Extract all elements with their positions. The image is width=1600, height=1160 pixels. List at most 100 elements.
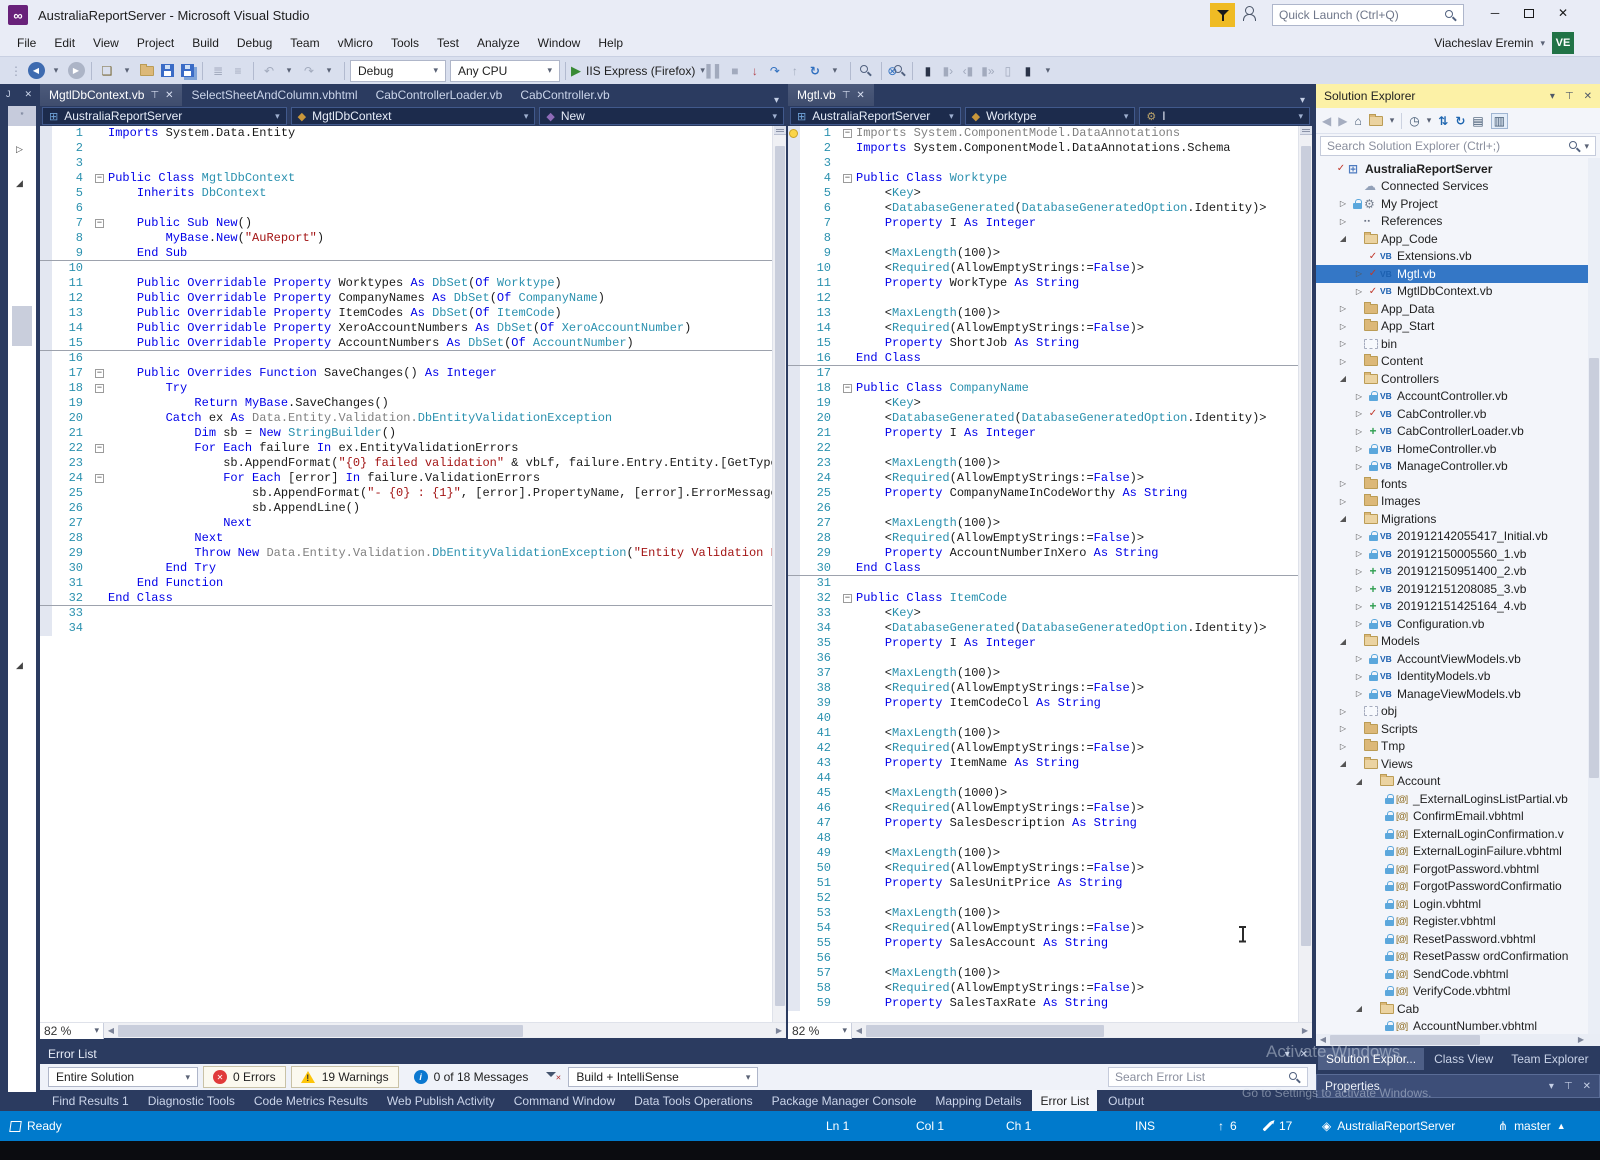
tool-tab-Class View[interactable]: Class View [1426,1048,1501,1070]
tree-item-Cab[interactable]: ◢ Cab [1316,1000,1600,1018]
scrollbar-thumb[interactable] [12,306,32,346]
properties-window-icon[interactable]: ▤ [1472,114,1483,128]
tree-item-AccountController.vb[interactable]: ▷ VB AccountController.vb [1316,388,1600,406]
expand-icon[interactable]: ▷ [1352,654,1366,663]
error-list-search-input[interactable]: Search Error List [1108,1067,1308,1087]
restore-button[interactable] [1512,0,1546,26]
navbar-dropdown-New[interactable]: ◆ New ▾ [539,107,785,125]
expand-icon[interactable]: ▷ [1352,444,1366,453]
step-out-button[interactable]: ↑ [785,60,805,82]
expand-icon[interactable]: ▷ [1352,689,1366,698]
tab-CabController.vb[interactable]: CabController.vb [511,84,618,106]
tree-item-Images[interactable]: ▷ Images [1316,493,1600,511]
panel-tab-Package Manager Console[interactable]: Package Manager Console [764,1090,925,1111]
vertical-scrollbar[interactable] [772,126,786,1022]
tree-item-ForgotPasswordConfirmatio[interactable]: [@] ForgotPasswordConfirmatio [1316,878,1600,896]
expand-icon[interactable]: ▷ [1336,497,1350,506]
solution-configuration-select[interactable]: Debug ▾ [350,59,446,82]
expand-icon[interactable]: ▷ [1336,724,1350,733]
tree-item-obj[interactable]: ▷ obj [1316,703,1600,721]
horizontal-scrollbar[interactable] [866,1023,1298,1039]
panel-tab-Data Tools Operations[interactable]: Data Tools Operations [626,1090,761,1111]
next-bookmark-button[interactable]: ▮› [938,60,958,82]
navbar-dropdown-AustraliaReportServer[interactable]: ⊞ AustraliaReportServer ▾ [790,107,961,125]
errors-toggle[interactable]: ✕ 0 Errors [203,1066,286,1088]
home-icon[interactable]: ⌂ [1354,114,1361,128]
tree-item-Extensions.vb[interactable]: ✓ VB Extensions.vb [1316,248,1600,266]
tree-item-MgtlDbContext.vb[interactable]: ▷ ✓ VB MgtlDbContext.vb [1316,283,1600,301]
tree-item-Controllers[interactable]: ◢ Controllers [1316,370,1600,388]
vertical-scrollbar[interactable] [1298,126,1312,1022]
menu-team[interactable]: Team [281,30,328,56]
tree-item-ResetPassword.vbhtml[interactable]: [@] ResetPassword.vbhtml [1316,930,1600,948]
expand-icon[interactable]: ▷ [1352,287,1366,296]
panel-tab-Web Publish Activity[interactable]: Web Publish Activity [379,1090,503,1111]
toggle-bookmark-button[interactable]: ▮ [918,60,938,82]
new-project-button[interactable]: ❑ [97,60,117,82]
collapse-icon[interactable]: ◢ [1336,374,1350,383]
collapse-icon[interactable]: ◢ [1336,234,1350,243]
expand-icon[interactable]: ▷ [1352,392,1366,401]
menu-file[interactable]: File [8,30,45,56]
show-all-files-button[interactable]: ▥ [1490,112,1509,129]
refresh-icon[interactable]: ↻ [1455,114,1465,128]
code-lines[interactable]: 1− Imports System.ComponentModel.DataAnno… [788,126,1298,1022]
expand-icon[interactable]: ▷ [1336,707,1350,716]
menu-project[interactable]: Project [128,30,183,56]
collapse-region-icon[interactable]: − [843,129,852,138]
tree-item-bin[interactable]: ▷ bin [1316,335,1600,353]
collapse-icon[interactable]: ◢ [1352,777,1366,786]
collapsed-pane-grip[interactable]: ” [8,106,36,126]
collapse-region-icon[interactable]: − [95,444,104,453]
tree-item-ResetPassw ordConfirmation[interactable]: [@] ResetPassw ordConfirmation [1316,948,1600,966]
zoom-level-select[interactable]: 82 % ▾ [788,1022,852,1039]
splitter-grip[interactable] [774,126,786,135]
tree-item-Mgtl.vb[interactable]: ▷ ✓ VB Mgtl.vb [1316,265,1600,283]
tree-item-ManageViewModels.vb[interactable]: ▷ VB ManageViewModels.vb [1316,685,1600,703]
chevron-down-icon[interactable]: ▾ [1549,1081,1554,1092]
prev-bookmark-folder-button[interactable]: ▯ [998,60,1018,82]
find-in-files-button[interactable] [856,60,876,82]
expand-right-icon[interactable]: ▷ [16,144,23,155]
navigate-back-button[interactable]: ◀ [26,60,46,82]
scroll-right-icon[interactable]: ▶ [1298,1026,1312,1035]
expand-icon[interactable]: ▷ [1352,567,1366,576]
collapse-icon[interactable]: ◢ [1336,514,1350,523]
tree-item-HomeController.vb[interactable]: ▷ VB HomeController.vb [1316,440,1600,458]
tree-item-Content[interactable]: ▷ Content [1316,353,1600,371]
error-scope-select[interactable]: Entire Solution ▾ [48,1067,198,1087]
menu-build[interactable]: Build [183,30,228,56]
feedback-button[interactable] [1242,5,1264,25]
close-icon[interactable]: ✕ [165,90,173,101]
horizontal-scrollbar[interactable] [118,1023,772,1039]
menu-window[interactable]: Window [529,30,590,56]
restart-dropdown[interactable]: ▾ [825,60,845,82]
menu-edit[interactable]: Edit [45,30,84,56]
tree-item-ForgotPassword.vbhtml[interactable]: [@] ForgotPassword.vbhtml [1316,860,1600,878]
warnings-toggle[interactable]: 19 Warnings [290,1066,399,1088]
tree-item-My Project[interactable]: ▷ ⚙ My Project [1316,195,1600,213]
messages-toggle[interactable]: i 0 of 18 Messages [404,1066,539,1088]
navbar-dropdown-AustraliaReportServer[interactable]: ⊞ AustraliaReportServer ▾ [42,107,287,125]
open-file-button[interactable] [137,60,157,82]
expand-icon[interactable]: ▷ [1336,339,1350,348]
expand-icon[interactable]: ▷ [1352,409,1366,418]
save-button[interactable] [157,60,177,82]
tree-item-Models[interactable]: ◢ Models [1316,633,1600,651]
collapse-region-icon[interactable]: − [843,384,852,393]
error-source-select[interactable]: Build + IntelliSense ▾ [568,1067,759,1087]
start-debug-button[interactable]: ▶ IIS Express (Firefox) ▾ [571,60,705,82]
menu-view[interactable]: View [84,30,128,56]
step-into-button[interactable]: ↓ [745,60,765,82]
error-list-header[interactable]: Error List ▾ ✕ [40,1044,1316,1064]
expand-icon[interactable]: ▷ [1352,619,1366,628]
tree-item-SendCode.vbhtml[interactable]: [@] SendCode.vbhtml [1316,965,1600,983]
scrollbar-thumb[interactable] [1301,146,1311,946]
close-icon[interactable]: ✕ [1583,1081,1591,1092]
tree-item-201912142055417_Initial.vb[interactable]: ▷ VB 201912142055417_Initial.vb [1316,528,1600,546]
tree-item-IdentityModels.vb[interactable]: ▷ VB IdentityModels.vb [1316,668,1600,686]
tree-item-VerifyCode.vbhtml[interactable]: [@] VerifyCode.vbhtml [1316,983,1600,1001]
back-icon[interactable]: ◀ [1322,114,1331,128]
scrollbar-thumb[interactable] [1589,358,1599,778]
tree-item-App_Start[interactable]: ▷ App_Start [1316,318,1600,336]
